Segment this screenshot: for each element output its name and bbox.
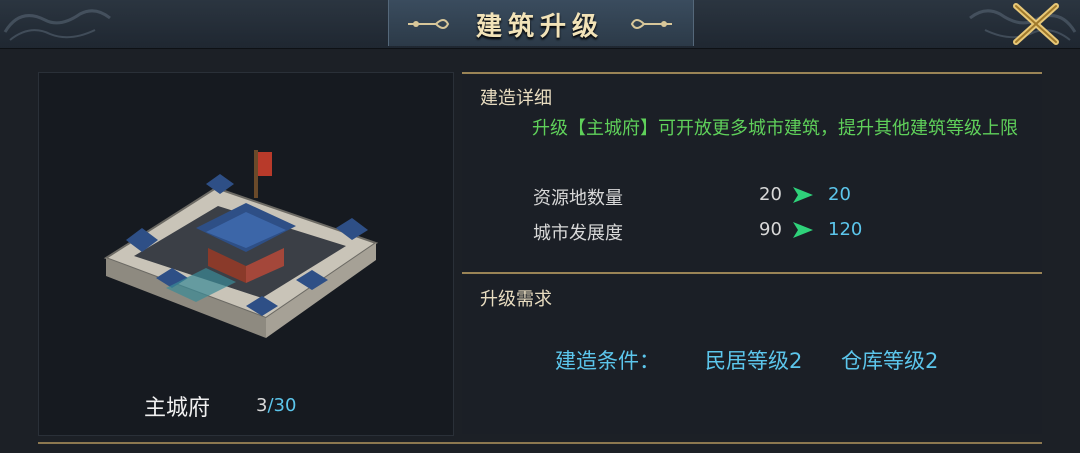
section-divider (462, 272, 1042, 274)
top-divider (462, 72, 1042, 74)
close-icon (1013, 3, 1059, 45)
arrow-right-icon (793, 222, 813, 238)
stat-from-development: 90 (759, 219, 782, 240)
upgrade-description: 升级【主城府】可开放更多城市建筑，提升其他建筑等级上限 (532, 118, 1018, 139)
requirement-label: 建造条件： (555, 349, 660, 373)
building-name: 主城府 (144, 396, 211, 421)
building-level: 3/30 (256, 395, 296, 416)
requirement-item: 民居等级2 (705, 349, 803, 373)
page-title: 建筑升级 (475, 12, 604, 42)
stat-label-development: 城市发展度 (533, 223, 623, 244)
arrow-right-icon (793, 187, 813, 203)
level-max: 30 (273, 395, 297, 416)
stat-to-development: 120 (828, 219, 863, 240)
stat-label-resource: 资源地数量 (533, 188, 623, 209)
requirement-item: 仓库等级2 (841, 349, 939, 373)
details-title: 建造详细 (480, 88, 552, 109)
stat-from-resource: 20 (759, 184, 782, 205)
building-main-city-image (103, 150, 379, 338)
level-current: 3 (256, 395, 268, 416)
header-bar: 建筑升级 (0, 0, 1080, 49)
footer-divider (38, 442, 1042, 444)
stat-to-resource: 20 (828, 184, 851, 205)
requirements-title: 升级需求 (480, 289, 552, 310)
close-button[interactable] (1006, 0, 1066, 48)
